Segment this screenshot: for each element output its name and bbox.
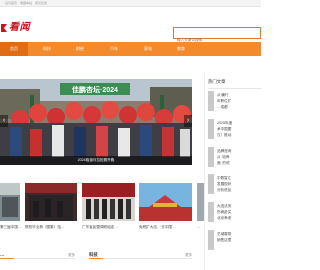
- nav-item-home[interactable]: 首页: [0, 42, 28, 56]
- search-box[interactable]: [173, 27, 261, 45]
- sidebar-article-1[interactable]: 从'横行 年职位扩 …成都: [208, 91, 262, 117]
- logo-text: 看闻: [9, 22, 30, 33]
- featured-carousel[interactable]: 佳鹏杏坛·2024 ‹ › 2024临淄马拉松赛开跑: [0, 79, 192, 165]
- sidebar-article-4[interactable]: 中数智汇 发展现状 分析低反: [208, 174, 262, 200]
- hot-articles-sidebar: 热门文章 从'横行 年职位扩 …成都 2025年度 术中国图 汉）推动 品牌咨询…: [204, 73, 262, 270]
- sidebar-title: 热门文章: [208, 79, 226, 84]
- top-utility-links[interactable]: …设为首页 收藏本站 意见反馈: [2, 1, 47, 5]
- thumb-image-3[interactable]: [82, 183, 135, 221]
- section-header-left: … 更多: [0, 251, 75, 259]
- thumb-caption-1[interactable]: 第三届中国…: [0, 225, 22, 230]
- thumb-image-5[interactable]: [197, 183, 204, 221]
- carousel-caption[interactable]: 2024临淄马拉松赛开跑: [0, 156, 192, 165]
- sidebar-article-text[interactable]: 中数智汇 发展现状 分析低反: [217, 175, 262, 193]
- sidebar-thumb: [208, 147, 214, 167]
- site-header: 看闻: [0, 7, 261, 45]
- section-header-tech: 科技 更多: [89, 251, 192, 259]
- thumb-image-2[interactable]: [25, 183, 77, 221]
- sidebar-article-text[interactable]: 2025年度 术中国图 汉）推动: [217, 120, 262, 138]
- thumb-caption-4[interactable]: 免税扩大店，'去中国'…: [139, 225, 195, 230]
- marathon-photo: 佳鹏杏坛·2024: [0, 79, 192, 165]
- logo-mark-icon: [1, 24, 7, 32]
- nav-item-finance[interactable]: 财经: [66, 42, 94, 56]
- sidebar-article-6[interactable]: 艺域展带 销售店里: [208, 230, 262, 256]
- thumb-caption-3[interactable]: 广东省民盟调研组走…: [82, 225, 136, 230]
- nav-item-education[interactable]: 教育: [167, 42, 195, 56]
- sidebar-thumb: [208, 174, 214, 194]
- section-more-left[interactable]: 更多: [68, 251, 75, 259]
- thumb-caption-5[interactable]: …: [197, 225, 204, 230]
- sidebar-article-3[interactable]: 品牌咨询 从 '培养 面' 的领: [208, 147, 262, 173]
- section-accent-tech: [89, 258, 103, 259]
- sidebar-article-5[interactable]: 大连法务 伤病赶买 北京养老: [208, 202, 262, 228]
- sidebar-thumb: [208, 230, 214, 250]
- section-list-tech: [89, 264, 192, 270]
- banner-text: 佳鹏杏坛·2024: [72, 85, 118, 94]
- section-list-left: [0, 264, 75, 270]
- site-logo[interactable]: 看闻: [0, 21, 30, 35]
- thumb-image-1[interactable]: [0, 183, 20, 221]
- nav-item-tech[interactable]: 科技: [33, 42, 61, 56]
- thumb-image-4[interactable]: [139, 183, 192, 221]
- nav-item-auto[interactable]: 汽车: [100, 42, 128, 56]
- carousel-prev-button[interactable]: ‹: [0, 115, 8, 127]
- section-accent-left: [0, 258, 14, 259]
- sidebar-article-2[interactable]: 2025年度 术中国图 汉）推动: [208, 119, 262, 145]
- sidebar-article-text[interactable]: 艺域展带 销售店里: [217, 231, 262, 243]
- carousel-next-button[interactable]: ›: [184, 115, 192, 127]
- sidebar-thumb: [208, 202, 214, 222]
- thumb-caption-2[interactable]: 院校毕业典（图集）结…: [25, 225, 77, 230]
- sidebar-article-text[interactable]: 大连法务 伤病赶买 北京养老: [217, 203, 262, 221]
- sidebar-divider: [208, 88, 262, 89]
- sidebar-thumb: [208, 91, 214, 111]
- top-utility-bar: …设为首页 收藏本站 意见反馈: [0, 0, 261, 7]
- sidebar-article-text[interactable]: 从'横行 年职位扩 …成都: [217, 92, 262, 110]
- sidebar-thumb: [208, 119, 214, 139]
- main-nav: 首页 科技 财经 汽车 家电 教育: [0, 42, 261, 56]
- sidebar-article-text[interactable]: 品牌咨询 从 '培养 面' 的领: [217, 148, 262, 166]
- nav-item-appliance[interactable]: 家电: [134, 42, 162, 56]
- section-more-tech[interactable]: 更多: [185, 251, 192, 259]
